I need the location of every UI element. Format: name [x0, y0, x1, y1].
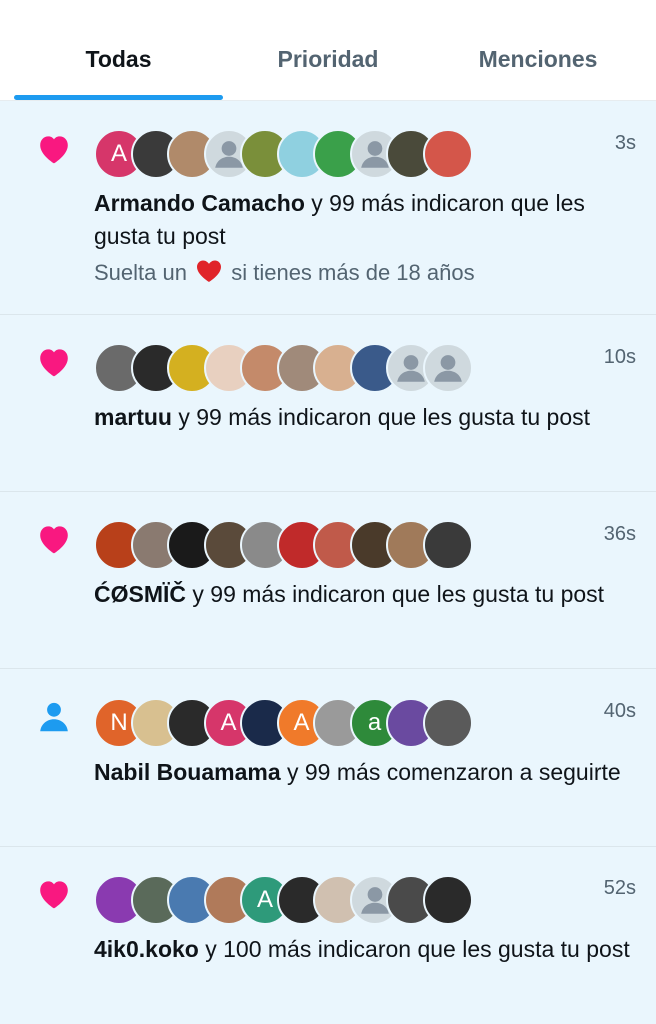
notification-action: y 99 más indicaron que les gusta tu post [192, 581, 605, 607]
avatar[interactable] [422, 129, 473, 179]
notification-item[interactable]: A 52s 4ik0.koko y 100 más indicaron que … [0, 847, 656, 1024]
actor-name[interactable]: 4ik0.koko [94, 936, 199, 962]
notification-item[interactable]: 36s ĆØSMÏČ y 99 más indicaron que les gu… [0, 492, 656, 669]
notification-action: y 99 más comenzaron a seguirte [287, 759, 621, 785]
avatar[interactable] [422, 875, 473, 925]
notification-time: 10s [603, 346, 636, 368]
notification-text: Nabil Bouamama y 99 más comenzaron a seg… [94, 756, 644, 789]
avatar[interactable] [422, 520, 473, 570]
avatar[interactable] [422, 698, 473, 748]
post-preview-text-before: Suelta un [94, 260, 187, 285]
notification-item[interactable]: 10s martuu y 99 más indicaron que les gu… [0, 315, 656, 492]
heart-icon [40, 881, 68, 909]
notification-time: 52s [603, 877, 636, 899]
tab-menciones[interactable]: Menciones [440, 46, 636, 73]
heart-icon [40, 526, 68, 554]
person-icon [40, 702, 68, 732]
post-preview-text-after: si tienes más de 18 años [231, 260, 475, 285]
notification-item[interactable]: NAAa 40s Nabil Bouamama y 99 más comenza… [0, 669, 656, 847]
notification-time: 40s [603, 700, 636, 722]
actor-name[interactable]: martuu [94, 404, 172, 430]
heart-icon [40, 136, 68, 164]
notifications-tab-bar: Todas Prioridad Menciones [0, 0, 656, 101]
heart-icon [40, 349, 68, 377]
notification-text: ĆØSMÏČ y 99 más indicaron que les gusta … [94, 578, 644, 611]
notification-action: y 100 más indicaron que les gusta tu pos… [205, 936, 630, 962]
notifications-list: A 3s Armando Camacho y 99 más indicaron … [0, 101, 656, 1024]
avatar-stack[interactable]: A [94, 875, 474, 925]
avatar-stack[interactable]: NAAa [94, 698, 474, 748]
red-heart-emoji-icon [197, 260, 222, 282]
notification-action: y 99 más indicaron que les gusta tu post [178, 404, 591, 430]
post-preview[interactable]: Suelta un si tienes más de 18 años [94, 258, 644, 288]
avatar-stack[interactable] [94, 343, 474, 393]
notification-text: Armando Camacho y 99 más indicaron que l… [94, 187, 644, 253]
default-avatar[interactable] [422, 343, 473, 393]
avatar-stack[interactable]: A [94, 129, 474, 179]
avatar-stack[interactable] [94, 520, 474, 570]
actor-name[interactable]: Nabil Bouamama [94, 759, 281, 785]
tab-prioridad[interactable]: Prioridad [228, 46, 428, 73]
tab-todas[interactable]: Todas [14, 46, 223, 73]
actor-name[interactable]: Armando Camacho [94, 190, 305, 216]
actor-name[interactable]: ĆØSMÏČ [94, 581, 186, 607]
notification-text: martuu y 99 más indicaron que les gusta … [94, 401, 644, 434]
notification-text: 4ik0.koko y 100 más indicaron que les gu… [94, 933, 644, 966]
notification-item[interactable]: A 3s Armando Camacho y 99 más indicaron … [0, 101, 656, 315]
notification-time: 3s [614, 132, 636, 154]
notification-time: 36s [603, 523, 636, 545]
